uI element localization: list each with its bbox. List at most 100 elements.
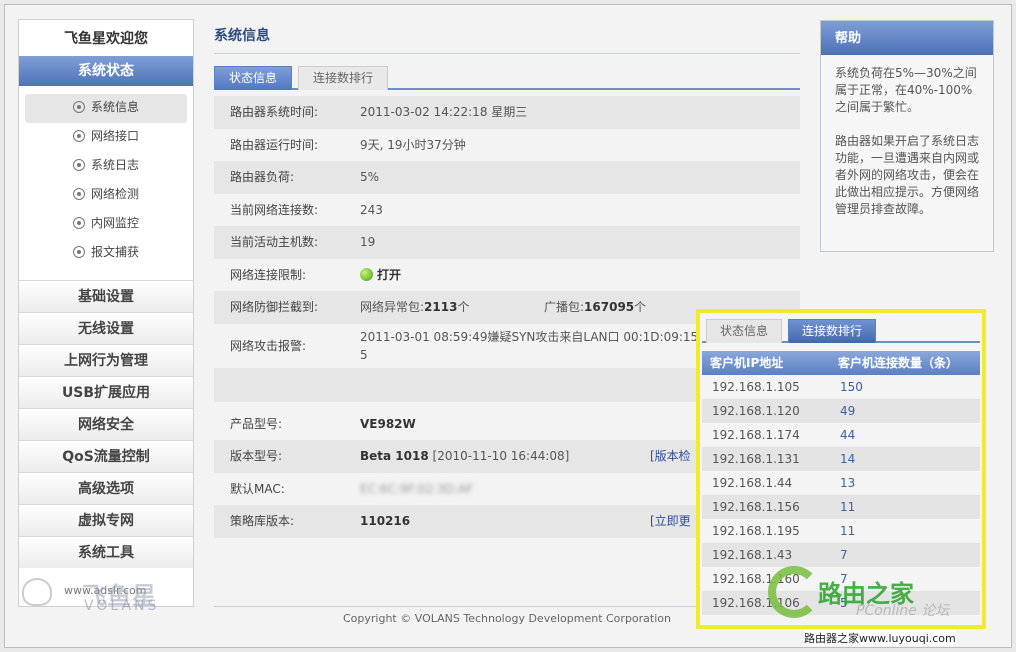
- label: 默认MAC:: [230, 481, 285, 496]
- sidebar-cat-security[interactable]: 网络安全: [19, 408, 193, 440]
- sidebar-item-packet-capture[interactable]: 报文捕获: [25, 239, 187, 268]
- label: 策略库版本:: [230, 514, 295, 528]
- table-row: 192.168.1.174 44: [702, 423, 980, 447]
- count-cell[interactable]: 11: [840, 519, 855, 543]
- sidebar: 飞鱼星欢迎您 系统状态 系统信息 网络接口 系统日志 网络检测 内网监控 报文捕…: [18, 19, 194, 607]
- count-cell[interactable]: 49: [840, 399, 855, 423]
- watermark-logo-icon: [768, 566, 820, 618]
- ip-cell: 192.168.1.156: [712, 500, 800, 514]
- label: 网络连接限制:: [230, 267, 307, 282]
- alert-line-1[interactable]: 2011-03-01 08:59:49嫌疑SYN攻击来自LAN口 00:1D:0…: [360, 330, 710, 344]
- help-panel: 帮助 系统负荷在5%—30%之间属于正常，在40%-100%之间属于繁忙。 路由…: [820, 20, 994, 252]
- radio-circle-icon: [73, 246, 85, 258]
- header-count: 客户机连接数量（条）: [838, 356, 959, 370]
- broadcast-label: 广播包:: [544, 300, 585, 314]
- sidebar-item-label: 网络接口: [91, 129, 140, 143]
- sidebar-cat-wireless[interactable]: 无线设置: [19, 312, 193, 344]
- sidebar-cat-behavior-mgmt[interactable]: 上网行为管理: [19, 344, 193, 376]
- sidebar-item-network-check[interactable]: 网络检测: [25, 181, 187, 210]
- label: 路由器负荷:: [230, 170, 295, 184]
- sidebar-item-network-interface[interactable]: 网络接口: [25, 123, 187, 152]
- radio-circle-icon: [73, 101, 85, 113]
- count-cell[interactable]: 7: [840, 543, 848, 567]
- model-value: VE982W: [360, 416, 416, 431]
- tab-connection-ranking[interactable]: 连接数排行: [298, 66, 389, 90]
- table-row: 192.168.1.156 11: [702, 495, 980, 519]
- ip-cell: 192.168.1.174: [712, 428, 800, 442]
- label: 路由器运行时间:: [230, 137, 319, 152]
- radio-circle-icon: [73, 217, 85, 229]
- help-paragraph: 路由器如果开启了系统日志功能，一旦遭遇来自内网或者外网的网络攻击，便会在此做出相…: [835, 134, 980, 216]
- sidebar-section-system-status[interactable]: 系统状态: [19, 56, 193, 86]
- radio-circle-icon: [73, 130, 85, 142]
- label: 产品型号:: [230, 416, 283, 431]
- table-row: 192.168.1.195 11: [702, 519, 980, 543]
- sidebar-submenu: 系统信息 网络接口 系统日志 网络检测 内网监控 报文捕获: [19, 86, 193, 280]
- watermark-pconline: PConline 论坛: [856, 600, 949, 620]
- count-cell[interactable]: 44: [840, 423, 855, 447]
- sidebar-cat-system-tools[interactable]: 系统工具: [19, 536, 193, 568]
- watermark-pconline-text: PConline: [856, 603, 917, 619]
- row-system-time: 路由器系统时间: 2011-03-02 14:22:18 星期三: [214, 96, 800, 129]
- abnormal-value: 2113: [424, 300, 458, 314]
- help-paragraph: 系统负荷在5%—30%之间属于正常，在40%-100%之间属于繁忙。: [835, 66, 977, 114]
- sidebar-item-system-log[interactable]: 系统日志: [25, 152, 187, 181]
- count-cell[interactable]: 11: [840, 495, 855, 519]
- tab-status-info[interactable]: 状态信息: [706, 319, 783, 343]
- abnormal-label: 网络异常包:: [360, 300, 425, 314]
- value: 2011-03-02 14:22:18 星期三: [360, 105, 528, 119]
- ip-cell: 192.168.1.105: [712, 380, 800, 394]
- value: 5%: [360, 170, 380, 184]
- row-active-hosts: 当前活动主机数: 19: [214, 226, 800, 259]
- table-header: 客户机IP地址 客户机连接数量（条）: [702, 351, 980, 375]
- sidebar-cat-basic-settings[interactable]: 基础设置: [19, 280, 193, 312]
- table-row: 192.168.1.44 13: [702, 471, 980, 495]
- help-body: 系统负荷在5%—30%之间属于正常，在40%-100%之间属于繁忙。 路由器如果…: [821, 55, 993, 218]
- count-cell[interactable]: 150: [840, 375, 863, 399]
- count-cell[interactable]: 13: [840, 471, 855, 495]
- tab-connection-ranking[interactable]: 连接数排行: [788, 319, 877, 343]
- version-value: Beta 1018: [360, 449, 429, 463]
- label: 网络攻击报警:: [230, 338, 307, 353]
- table-row: 192.168.1.131 14: [702, 447, 980, 471]
- alert-line-2[interactable]: 5: [360, 348, 368, 362]
- row-load: 路由器负荷: 5%: [214, 161, 800, 194]
- tab-status-info[interactable]: 状态信息: [214, 66, 293, 90]
- table-row: 192.168.1.105 150: [702, 375, 980, 399]
- header-ip: 客户机IP地址: [710, 356, 784, 370]
- value: 9天, 19小时37分钟: [360, 137, 466, 152]
- ip-cell: 192.168.1.195: [712, 524, 800, 538]
- policy-value: 110216: [360, 514, 411, 528]
- sidebar-item-lan-monitor[interactable]: 内网监控: [25, 210, 187, 239]
- limit-status: 打开: [377, 267, 402, 282]
- sidebar-item-label: 内网监控: [91, 216, 140, 230]
- tab-bar: 状态信息 连接数排行: [214, 64, 800, 90]
- row-connection-limit: 网络连接限制: 打开: [214, 259, 800, 292]
- page-title: 系统信息: [214, 20, 800, 54]
- sidebar-item-system-info[interactable]: 系统信息: [25, 94, 187, 123]
- label: 网络防御拦截到:: [230, 300, 319, 314]
- mac-value: EC:6C:9F:02:3D:AF: [360, 481, 474, 496]
- label: 当前活动主机数:: [230, 235, 319, 249]
- unit: 个: [634, 300, 647, 314]
- sidebar-cat-vpn[interactable]: 虚拟专网: [19, 504, 193, 536]
- help-title: 帮助: [821, 21, 993, 55]
- update-now-link[interactable]: [立即更: [650, 505, 691, 537]
- table-row: 192.168.1.120 49: [702, 399, 980, 423]
- sidebar-cat-advanced[interactable]: 高级选项: [19, 472, 193, 504]
- radio-circle-icon: [73, 188, 85, 200]
- row-connections: 当前网络连接数: 243: [214, 194, 800, 227]
- sidebar-item-label: 网络检测: [91, 187, 140, 201]
- count-cell[interactable]: 14: [840, 447, 855, 471]
- broadcast-value: 167095: [584, 300, 635, 314]
- label: 当前网络连接数:: [230, 202, 319, 217]
- brand-logo-en: VOLANS: [84, 598, 160, 614]
- row-uptime: 路由器运行时间: 9天, 19小时37分钟: [214, 129, 800, 162]
- watermark-forum: 论坛: [921, 603, 950, 619]
- sidebar-cat-usb[interactable]: USB扩展应用: [19, 376, 193, 408]
- fish-logo-icon: [22, 578, 52, 606]
- version-date: [2010-11-10 16:44:08]: [432, 449, 570, 463]
- sidebar-cat-qos[interactable]: QoS流量控制: [19, 440, 193, 472]
- check-version-link[interactable]: [版本检: [650, 440, 691, 472]
- radio-circle-icon: [73, 159, 85, 171]
